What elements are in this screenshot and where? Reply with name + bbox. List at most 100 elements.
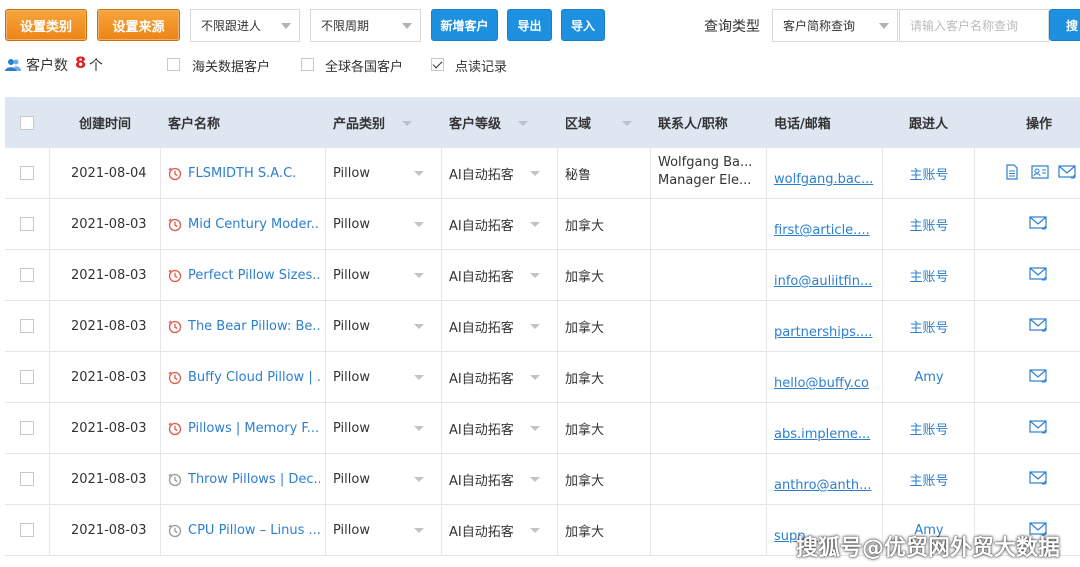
customer-name-cell[interactable]: Mid Century Moder...	[168, 199, 320, 250]
table-row[interactable]: 2021-08-03 Pillows | Memory F... Pillow AI自…	[5, 403, 1080, 454]
query-type-select[interactable]: 客户简称查询	[772, 9, 898, 42]
global-customers-checkbox[interactable]	[301, 58, 314, 71]
email-link[interactable]: wolfgang.bac...	[774, 172, 873, 187]
chevron-down-icon[interactable]	[530, 222, 540, 227]
row-checkbox[interactable]	[20, 472, 34, 486]
mail-icon[interactable]	[1029, 215, 1047, 231]
query-type-value: 客户简称查询	[783, 19, 856, 33]
chevron-down-icon[interactable]	[622, 121, 632, 126]
chevron-down-icon[interactable]	[414, 528, 424, 533]
mail-icon[interactable]	[1058, 164, 1076, 180]
chevron-down-icon[interactable]	[530, 477, 540, 482]
filter-row: 客户数 8 个 海关数据客户 全球各国客户 点读记录	[0, 50, 1080, 80]
chevron-down-icon[interactable]	[530, 171, 540, 176]
customer-name-cell[interactable]: The Bear Pillow: Be...	[168, 301, 320, 352]
row-checkbox[interactable]	[20, 421, 34, 435]
table-row[interactable]: 2021-08-04 FLSMIDTH S.A.C. Pillow AI自动拓客 秘鲁 W…	[5, 148, 1080, 199]
col-operations: 操作	[1026, 117, 1053, 132]
row-checkbox[interactable]	[20, 217, 34, 231]
table-row[interactable]: 2021-08-03 Throw Pillows | Dec... Pillow AI…	[5, 454, 1080, 505]
customer-name-link[interactable]: Pillows | Memory F...	[188, 421, 319, 436]
email-link[interactable]: partnerships....	[774, 325, 872, 340]
table-row[interactable]: 2021-08-03 Buffy Cloud Pillow | ... Pillow…	[5, 352, 1080, 403]
customer-name-link[interactable]: Perfect Pillow Sizes...	[188, 268, 320, 283]
search-input[interactable]	[899, 9, 1049, 42]
row-checkbox[interactable]	[20, 370, 34, 384]
email-link[interactable]: abs.impleme...	[774, 427, 870, 442]
customer-name-cell[interactable]: Buffy Cloud Pillow | ...	[168, 352, 320, 403]
contact-card-icon[interactable]	[1031, 164, 1049, 180]
chevron-down-icon[interactable]	[414, 375, 424, 380]
email-link[interactable]: first@article....	[774, 223, 870, 238]
table-row[interactable]: 2021-08-03 The Bear Pillow: Be... Pillow AI…	[5, 301, 1080, 352]
follower[interactable]: 主账号	[909, 403, 949, 454]
read-records-checkbox[interactable]	[431, 58, 444, 71]
customer-name-link[interactable]: CPU Pillow – Linus ...	[188, 523, 320, 538]
email-link[interactable]: info@auliitfin...	[774, 274, 872, 289]
import-button[interactable]: 导入	[561, 9, 605, 41]
contact-title: Manager Ele...	[658, 173, 752, 188]
follower[interactable]: 主账号	[909, 148, 949, 199]
chevron-down-icon[interactable]	[530, 528, 540, 533]
chevron-down-icon[interactable]	[530, 273, 540, 278]
customer-name-link[interactable]: Buffy Cloud Pillow | ...	[188, 370, 320, 385]
col-name: 客户名称	[168, 117, 221, 132]
customer-name-cell[interactable]: Throw Pillows | Dec...	[168, 454, 320, 505]
table-row[interactable]: 2021-08-03 Mid Century Moder... Pillow AI自动…	[5, 199, 1080, 250]
follower[interactable]: Amy	[909, 352, 949, 403]
customer-name-cell[interactable]: Perfect Pillow Sizes...	[168, 250, 320, 301]
add-customer-button[interactable]: 新增客户	[431, 9, 498, 41]
column-divider	[441, 199, 442, 250]
chevron-down-icon[interactable]	[402, 121, 412, 126]
chevron-down-icon[interactable]	[414, 426, 424, 431]
customer-name-cell[interactable]: CPU Pillow – Linus ...	[168, 505, 320, 556]
customer-name-link[interactable]: The Bear Pillow: Be...	[188, 319, 320, 334]
email-link[interactable]: hello@buffy.co	[774, 376, 869, 391]
set-source-button[interactable]: 设置来源	[97, 9, 180, 41]
chevron-down-icon[interactable]	[518, 121, 528, 126]
customer-name-cell[interactable]: Pillows | Memory F...	[168, 403, 320, 454]
row-checkbox[interactable]	[20, 523, 34, 537]
chevron-down-icon[interactable]	[530, 375, 540, 380]
period-select[interactable]: 不限周期	[310, 9, 421, 42]
follower-select[interactable]: 不限跟进人	[190, 9, 300, 42]
column-divider	[49, 403, 50, 454]
chevron-down-icon[interactable]	[414, 273, 424, 278]
follower[interactable]: 主账号	[909, 250, 949, 301]
mail-icon[interactable]	[1029, 419, 1047, 435]
chevron-down-icon[interactable]	[530, 426, 540, 431]
created-date: 2021-08-03	[71, 319, 147, 334]
chevron-down-icon[interactable]	[414, 477, 424, 482]
select-all-checkbox[interactable]	[20, 116, 34, 130]
customer-name-link[interactable]: Mid Century Moder...	[188, 217, 320, 232]
row-checkbox[interactable]	[20, 319, 34, 333]
customer-name-link[interactable]: FLSMIDTH S.A.C.	[188, 166, 296, 181]
column-divider	[974, 454, 975, 505]
email-link[interactable]: anthro@anth...	[774, 478, 872, 493]
clock-icon	[168, 167, 182, 180]
mail-icon[interactable]	[1029, 266, 1047, 282]
chevron-down-icon[interactable]	[414, 324, 424, 329]
column-divider	[650, 454, 651, 505]
row-checkbox[interactable]	[20, 166, 34, 180]
document-icon[interactable]	[1003, 164, 1021, 180]
export-button[interactable]: 导出	[507, 9, 552, 41]
row-checkbox[interactable]	[20, 268, 34, 282]
search-button[interactable]: 搜	[1049, 9, 1080, 41]
mail-icon[interactable]	[1029, 317, 1047, 333]
customs-data-checkbox[interactable]	[167, 58, 180, 71]
table-row[interactable]: 2021-08-03 Perfect Pillow Sizes... Pillow A…	[5, 250, 1080, 301]
product-category: Pillow	[333, 523, 370, 538]
follower[interactable]: 主账号	[909, 454, 949, 505]
customer-name-cell[interactable]: FLSMIDTH S.A.C.	[168, 148, 320, 199]
mail-icon[interactable]	[1029, 368, 1047, 384]
mail-icon[interactable]	[1029, 470, 1047, 486]
chevron-down-icon[interactable]	[414, 171, 424, 176]
follower[interactable]: 主账号	[909, 199, 949, 250]
follower[interactable]: 主账号	[909, 301, 949, 352]
chevron-down-icon[interactable]	[530, 324, 540, 329]
set-category-button[interactable]: 设置类别	[5, 9, 87, 41]
column-divider	[160, 352, 161, 403]
chevron-down-icon[interactable]	[414, 222, 424, 227]
customer-name-link[interactable]: Throw Pillows | Dec...	[188, 472, 320, 487]
